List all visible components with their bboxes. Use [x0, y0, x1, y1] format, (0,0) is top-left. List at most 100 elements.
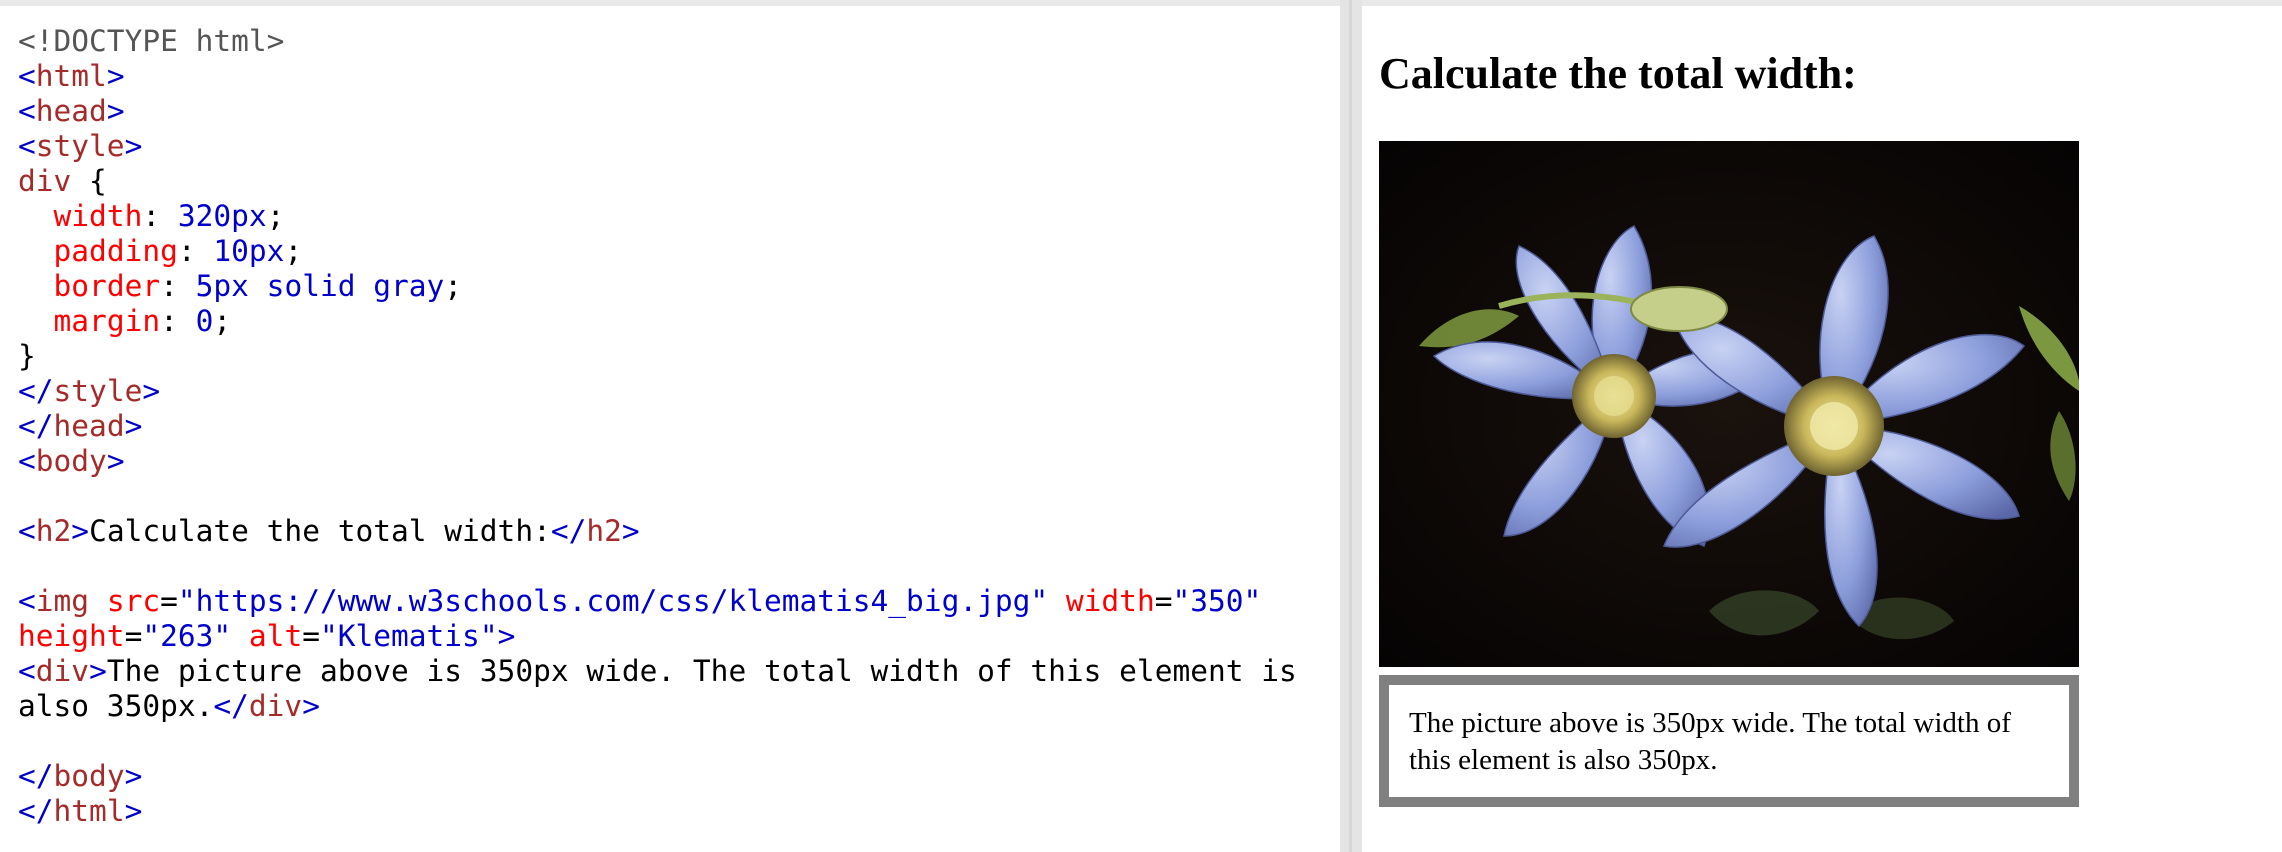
code-token: h2 [35, 514, 72, 548]
code-token: also 350px. [18, 689, 214, 723]
code-token: ; [266, 199, 285, 233]
code-token: </ [550, 514, 587, 548]
code-token: The picture above is 350px wide. The tot… [106, 654, 1297, 688]
code-token: < [18, 514, 36, 548]
code-line[interactable]: } [18, 339, 1297, 374]
code-token: html [35, 59, 107, 93]
pane-divider[interactable] [1340, 0, 1362, 852]
code-line[interactable]: </head> [18, 409, 1297, 444]
code-token: > [621, 514, 640, 548]
code-token: = [160, 584, 178, 618]
code-token: body [35, 444, 107, 478]
code-token: < [18, 654, 36, 688]
code-token: : [160, 304, 196, 338]
code-token: } [18, 339, 36, 373]
code-line[interactable]: <body> [18, 444, 1297, 479]
code-token: = [124, 619, 143, 653]
code-line[interactable]: margin: 0; [18, 304, 1297, 339]
code-token: > [124, 794, 143, 828]
code-line[interactable]: <!DOCTYPE html> [18, 24, 1297, 59]
code-token: "350" [1172, 584, 1262, 618]
code-line[interactable]: <div>The picture above is 350px wide. Th… [18, 654, 1297, 689]
code-token: div [248, 689, 303, 723]
code-token: = [302, 619, 320, 653]
code-token: < [18, 59, 36, 93]
code-line[interactable]: also 350px.</div> [18, 689, 1297, 724]
code-token: > [106, 59, 125, 93]
code-line[interactable]: </style> [18, 374, 1297, 409]
code-token: </ [18, 794, 54, 828]
code-token: : [142, 199, 178, 233]
code-token: : [177, 234, 214, 268]
code-token: < [18, 584, 36, 618]
code-token: 320px [177, 199, 267, 233]
code-token: </ [18, 409, 54, 443]
code-token: h2 [586, 514, 622, 548]
code-token: alt [231, 619, 303, 653]
code-token: > [124, 759, 143, 793]
code-token: ; [284, 234, 303, 268]
code-token: : [160, 269, 196, 303]
code-token: height [18, 619, 125, 653]
code-token: > [124, 129, 143, 163]
code-token: style [35, 129, 125, 163]
code-token: > [497, 619, 516, 653]
code-token: ; [213, 304, 232, 338]
code-token: border [53, 269, 161, 303]
code-line[interactable]: div { [18, 164, 1297, 199]
code-line[interactable]: </body> [18, 759, 1297, 794]
code-token: margin [53, 304, 161, 338]
code-token: < [18, 444, 36, 478]
result-preview: Calculate the total width: The picture a… [1362, 6, 2282, 852]
code-token: width [53, 199, 143, 233]
code-line[interactable]: padding: 10px; [18, 234, 1297, 269]
code-token: padding [53, 234, 178, 268]
code-token: = [1154, 584, 1173, 618]
code-line[interactable]: <style> [18, 129, 1297, 164]
code-token: div [35, 654, 90, 688]
code-line[interactable]: height="263" alt="Klematis"> [18, 619, 1297, 654]
klematis-image [1379, 141, 2079, 667]
code-token: body [53, 759, 125, 793]
code-token: head [35, 94, 107, 128]
code-token: { [71, 164, 107, 198]
code-line[interactable]: ​ [18, 549, 1297, 584]
code-token: > [106, 444, 125, 478]
code-line[interactable]: <img src="https://www.w3schools.com/css/… [18, 584, 1297, 619]
code-token: img [35, 584, 90, 618]
result-heading: Calculate the total width: [1379, 49, 1857, 98]
code-token: </ [18, 374, 54, 408]
result-div-box: The picture above is 350px wide. The tot… [1379, 675, 2079, 807]
code-line[interactable]: <h2>Calculate the total width:</h2> [18, 514, 1297, 549]
code-token: > [124, 409, 143, 443]
code-line[interactable]: </html> [18, 794, 1297, 829]
code-line[interactable]: <html> [18, 59, 1297, 94]
code-token: ; [444, 269, 463, 303]
code-token: 5px solid gray [195, 269, 445, 303]
divider-handle[interactable] [1349, 0, 1352, 852]
code-token: > [106, 94, 125, 128]
code-token: < [18, 129, 36, 163]
code-token: html [53, 794, 125, 828]
code-line[interactable]: ​ [18, 724, 1297, 759]
code-text[interactable]: <!DOCTYPE html> <html> <head> <style> div { … [18, 24, 1297, 829]
code-editor[interactable]: <!DOCTYPE html> <html> <head> <style> div { … [0, 6, 1340, 852]
code-token: div [18, 164, 72, 198]
code-token: 10px [213, 234, 285, 268]
code-token: 0 [195, 304, 214, 338]
code-line[interactable]: border: 5px solid gray; [18, 269, 1297, 304]
code-token: < [18, 94, 36, 128]
code-token: > [89, 654, 107, 688]
code-token: head [53, 409, 125, 443]
code-line[interactable]: width: 320px; [18, 199, 1297, 234]
code-token: style [53, 374, 143, 408]
code-line[interactable]: ​ [18, 479, 1297, 514]
code-line[interactable]: <head> [18, 94, 1297, 129]
code-token: "263" [142, 619, 232, 653]
code-token: > [302, 689, 320, 723]
code-token: "Klematis" [319, 619, 498, 653]
